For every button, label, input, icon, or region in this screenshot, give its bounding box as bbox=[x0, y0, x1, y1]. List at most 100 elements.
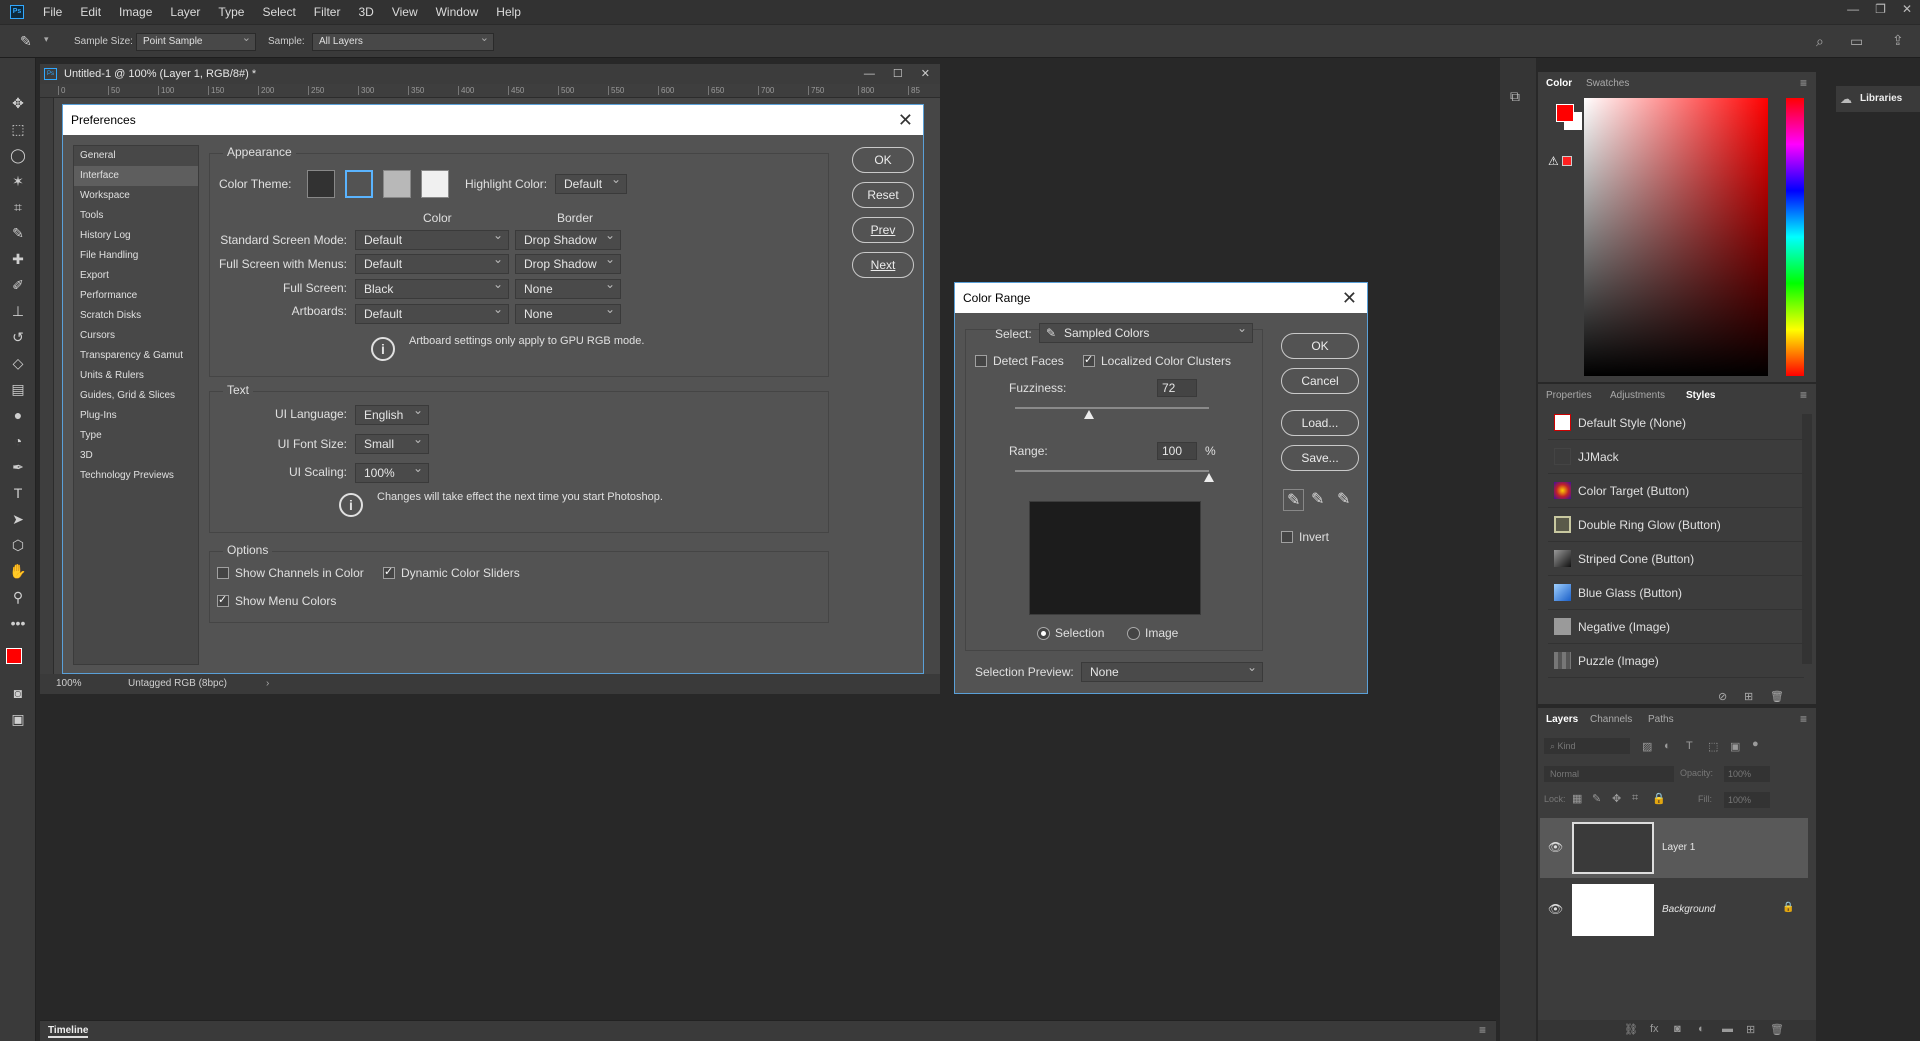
style-item[interactable]: JJMack bbox=[1548, 440, 1804, 474]
tab-adjustments[interactable]: Adjustments bbox=[1610, 390, 1665, 401]
theme-swatch-dark[interactable] bbox=[345, 170, 373, 198]
path-select-icon[interactable]: ➤ bbox=[0, 506, 36, 532]
tab-paths[interactable]: Paths bbox=[1648, 714, 1674, 725]
hand-tool-icon[interactable]: ✋ bbox=[0, 558, 36, 584]
stamp-tool-icon[interactable]: ⊥ bbox=[0, 298, 36, 324]
menu-file[interactable]: File bbox=[34, 0, 71, 24]
eyedropper-minus-icon[interactable]: ✎ bbox=[1337, 489, 1350, 509]
save-button[interactable]: Save... bbox=[1281, 445, 1359, 471]
eyedropper-tool-icon[interactable]: ✎ bbox=[0, 220, 36, 246]
show-channels-checkbox[interactable] bbox=[217, 567, 229, 579]
lasso-tool-icon[interactable]: ◯ bbox=[0, 142, 36, 168]
clear-style-icon[interactable]: ⊘ bbox=[1718, 690, 1727, 703]
eyedropper-plus-icon[interactable]: ✎ bbox=[1311, 489, 1324, 509]
healing-brush-icon[interactable]: ✚ bbox=[0, 246, 36, 272]
range-input[interactable]: 100 bbox=[1157, 442, 1197, 460]
gradient-tool-icon[interactable]: ▤ bbox=[0, 376, 36, 402]
new-group-icon[interactable]: ▬ bbox=[1722, 1023, 1733, 1035]
image-radio[interactable] bbox=[1127, 627, 1140, 640]
layer-row[interactable]: 👁 Layer 1 bbox=[1540, 818, 1808, 878]
type-tool-icon[interactable]: T bbox=[0, 480, 36, 506]
panel-menu-icon[interactable]: ≡ bbox=[1800, 712, 1807, 726]
document-tab[interactable]: Untitled-1 @ 100% (Layer 1, RGB/8#) * Ps… bbox=[40, 64, 940, 84]
lock-transparent-icon[interactable]: ▦ bbox=[1572, 792, 1582, 805]
nav-item[interactable]: Guides, Grid & Slices bbox=[74, 386, 198, 406]
add-mask-icon[interactable]: ◙ bbox=[1674, 1023, 1681, 1035]
filter-smart-icon[interactable]: ▣ bbox=[1730, 740, 1740, 753]
show-menu-colors-checkbox[interactable] bbox=[217, 593, 229, 607]
pen-tool-icon[interactable]: ✒ bbox=[0, 454, 36, 480]
range-thumb[interactable] bbox=[1204, 473, 1214, 482]
hue-slider[interactable] bbox=[1786, 98, 1804, 376]
layer-name[interactable]: Background bbox=[1662, 904, 1715, 915]
shape-tool-icon[interactable]: ⬡ bbox=[0, 532, 36, 558]
chevron-down-icon[interactable]: ▾ bbox=[44, 34, 49, 45]
select-dropdown[interactable]: Sampled Colors ✎ bbox=[1039, 319, 1253, 343]
timeline-tab[interactable]: Timeline bbox=[48, 1025, 89, 1038]
new-layer-icon[interactable]: ⊞ bbox=[1746, 1023, 1755, 1036]
opacity-input[interactable]: 100% bbox=[1724, 766, 1770, 782]
lock-move-icon[interactable]: ✥ bbox=[1612, 792, 1621, 805]
theme-swatch-darkest[interactable] bbox=[307, 170, 335, 198]
crop-tool-icon[interactable]: ⌗ bbox=[0, 194, 36, 220]
filter-toggle-icon[interactable]: ● bbox=[1752, 738, 1759, 750]
nav-item[interactable]: History Log bbox=[74, 226, 198, 246]
layer-row[interactable]: 👁 Background 🔒 bbox=[1540, 880, 1808, 940]
nav-item[interactable]: Performance bbox=[74, 286, 198, 306]
load-button[interactable]: Load... bbox=[1281, 410, 1359, 436]
filter-adjust-icon[interactable]: ◐ bbox=[1664, 740, 1671, 752]
nav-item[interactable]: Scratch Disks bbox=[74, 306, 198, 326]
ok-button[interactable]: OK bbox=[852, 147, 914, 173]
menu-filter[interactable]: Filter bbox=[305, 0, 350, 24]
localized-clusters-checkbox[interactable] bbox=[1083, 353, 1095, 367]
fill-input[interactable]: 100% bbox=[1724, 792, 1770, 808]
nav-item-active[interactable]: Interface bbox=[74, 166, 198, 186]
menu-window[interactable]: Window bbox=[427, 0, 488, 24]
gamut-swatch[interactable] bbox=[1562, 156, 1572, 166]
style-item[interactable]: Color Target (Button) bbox=[1548, 474, 1804, 508]
style-item[interactable]: Blue Glass (Button) bbox=[1548, 576, 1804, 610]
zoom-tool-icon[interactable]: ⚲ bbox=[0, 584, 36, 610]
filter-type-icon[interactable]: T bbox=[1686, 740, 1693, 752]
tab-color[interactable]: Color bbox=[1546, 78, 1572, 89]
sample-select[interactable]: All Layers bbox=[312, 30, 494, 51]
fuzziness-input[interactable]: 72 bbox=[1157, 379, 1197, 397]
preferences-titlebar[interactable]: Preferences ✕ bbox=[63, 105, 923, 135]
close-icon[interactable]: ✕ bbox=[1902, 2, 1912, 16]
quick-mask-icon[interactable]: ◙ bbox=[0, 680, 36, 706]
zoom-level[interactable]: 100% bbox=[56, 674, 82, 694]
menu-help[interactable]: Help bbox=[487, 0, 530, 24]
blend-mode-select[interactable]: Normal bbox=[1544, 766, 1674, 782]
color-swatches[interactable] bbox=[0, 636, 35, 680]
chevron-right-icon[interactable]: › bbox=[266, 674, 269, 694]
detect-faces-checkbox[interactable] bbox=[975, 355, 987, 367]
nav-item[interactable]: 3D bbox=[74, 446, 198, 466]
nav-item[interactable]: Workspace bbox=[74, 186, 198, 206]
history-brush-icon[interactable]: ↺ bbox=[0, 324, 36, 350]
more-tools-icon[interactable]: ••• bbox=[0, 610, 36, 636]
sample-size-select[interactable]: Point Sample bbox=[136, 30, 256, 51]
workspace-icon[interactable]: ▭ bbox=[1850, 33, 1863, 50]
artboards-border-select[interactable]: None bbox=[515, 300, 621, 324]
style-item[interactable]: Striped Cone (Button) bbox=[1548, 542, 1804, 576]
lock-icon[interactable]: 🔒 bbox=[1782, 902, 1794, 913]
panel-menu-icon[interactable]: ≡ bbox=[1800, 388, 1807, 402]
menu-type[interactable]: Type bbox=[209, 0, 253, 24]
tab-styles[interactable]: Styles bbox=[1686, 390, 1715, 401]
style-item[interactable]: Puzzle (Image) bbox=[1548, 644, 1804, 678]
visibility-eye-icon[interactable]: 👁 bbox=[1548, 902, 1563, 916]
tab-layers[interactable]: Layers bbox=[1546, 714, 1578, 725]
selection-preview-select[interactable]: None bbox=[1081, 658, 1263, 682]
standard-screen-color-select[interactable]: Default bbox=[355, 226, 509, 250]
dodge-tool-icon[interactable]: ◔ bbox=[0, 428, 36, 454]
foreground-swatch[interactable] bbox=[1556, 104, 1574, 122]
visibility-eye-icon[interactable]: 👁 bbox=[1548, 840, 1563, 854]
nav-item[interactable]: File Handling bbox=[74, 246, 198, 266]
ok-button[interactable]: OK bbox=[1281, 333, 1359, 359]
close-icon[interactable]: ✕ bbox=[898, 105, 913, 135]
menu-select[interactable]: Select bbox=[253, 0, 304, 24]
tab-properties[interactable]: Properties bbox=[1546, 390, 1592, 401]
panel-menu-icon[interactable]: ≡ bbox=[1479, 1023, 1486, 1037]
menu-3d[interactable]: 3D bbox=[349, 0, 382, 24]
lock-paint-icon[interactable]: ✎ bbox=[1592, 792, 1601, 805]
